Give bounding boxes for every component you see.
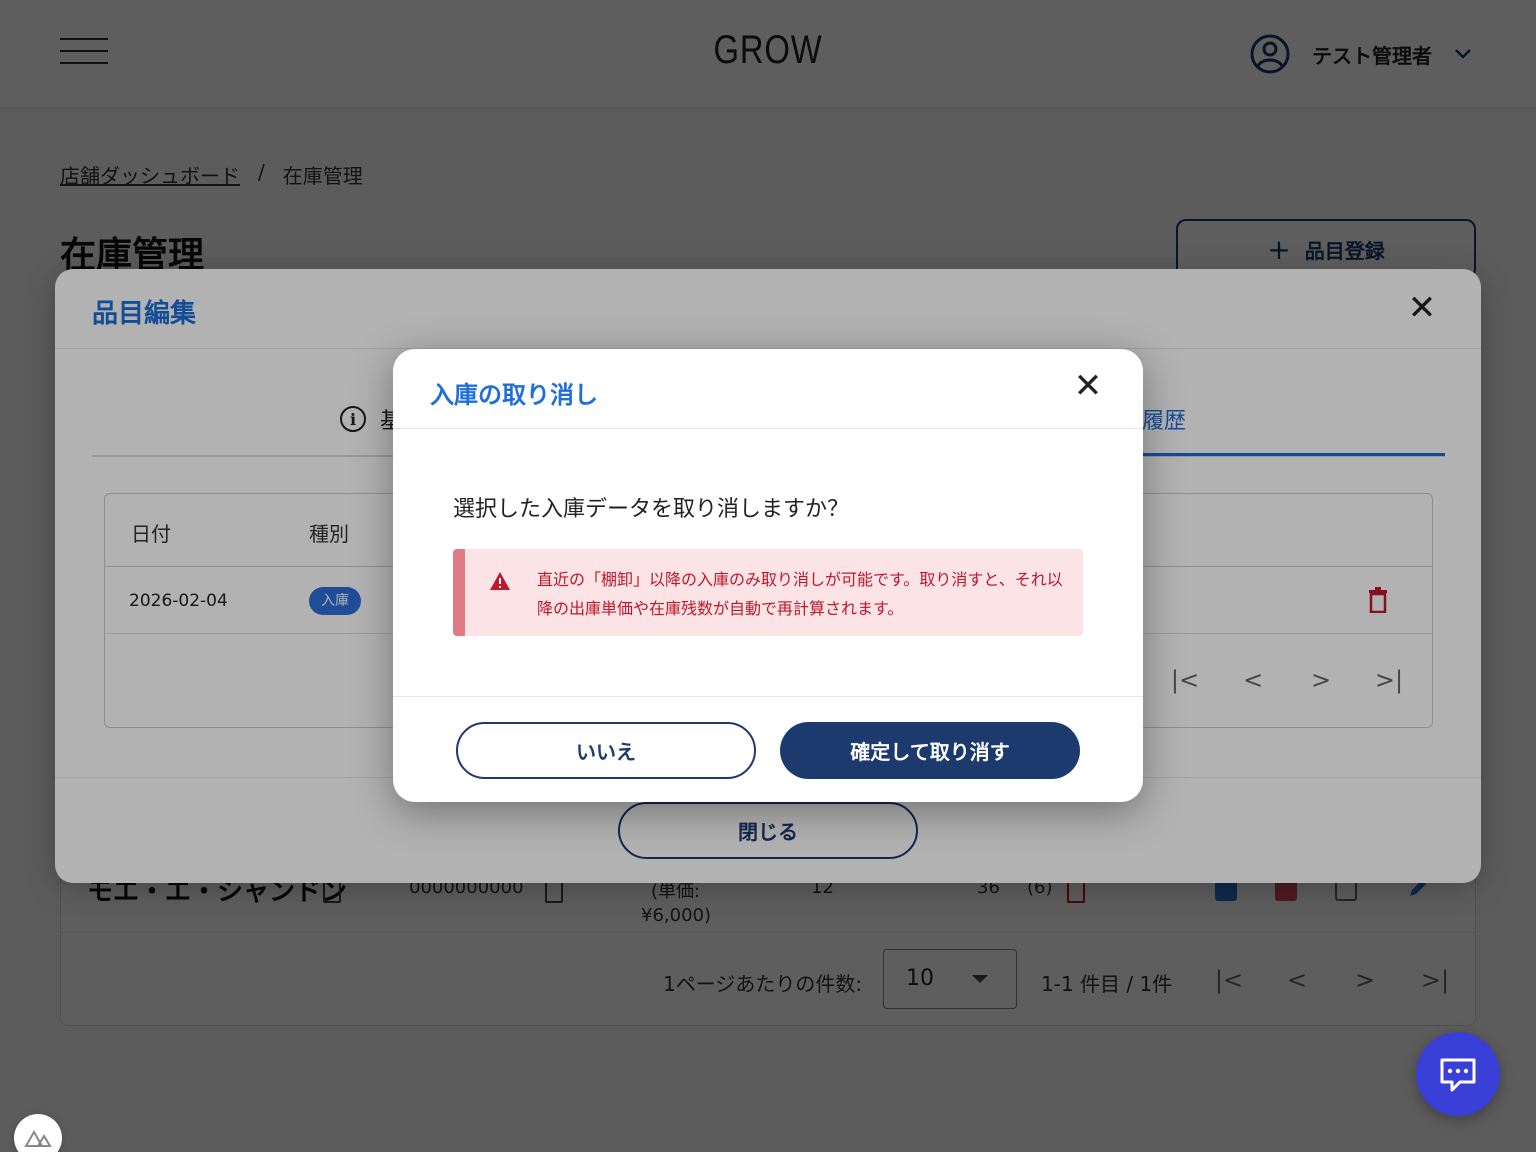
dialog-message: 選択した入庫データを取り消しますか？ <box>453 497 850 522</box>
confirm-cancel-button[interactable]: 確定して取り消す <box>780 722 1080 779</box>
nuxt-devtools-button[interactable] <box>14 1114 62 1152</box>
chat-button[interactable] <box>1416 1032 1500 1116</box>
nuxt-icon <box>24 1129 52 1147</box>
close-icon[interactable]: ✕ <box>1071 369 1105 403</box>
warning-alert: 直近の「棚卸」以降の入庫のみ取り消しが可能です。取り消すと、それ以降の出庫単価や… <box>453 549 1083 636</box>
alert-text: 直近の「棚卸」以降の入庫のみ取り消しが可能です。取り消すと、それ以降の出庫単価や… <box>537 570 1063 618</box>
dialog-title: 入庫の取り消し <box>430 381 598 409</box>
warning-icon <box>490 572 510 590</box>
dialog-footer: いいえ 確定して取り消す <box>393 696 1143 802</box>
chat-icon <box>1440 1058 1476 1092</box>
dialog-header: 入庫の取り消し ✕ <box>393 349 1143 429</box>
no-button[interactable]: いいえ <box>456 722 756 779</box>
cancel-receipt-dialog: 入庫の取り消し ✕ 選択した入庫データを取り消しますか？ 直近の「棚卸」以降の入… <box>393 349 1143 802</box>
